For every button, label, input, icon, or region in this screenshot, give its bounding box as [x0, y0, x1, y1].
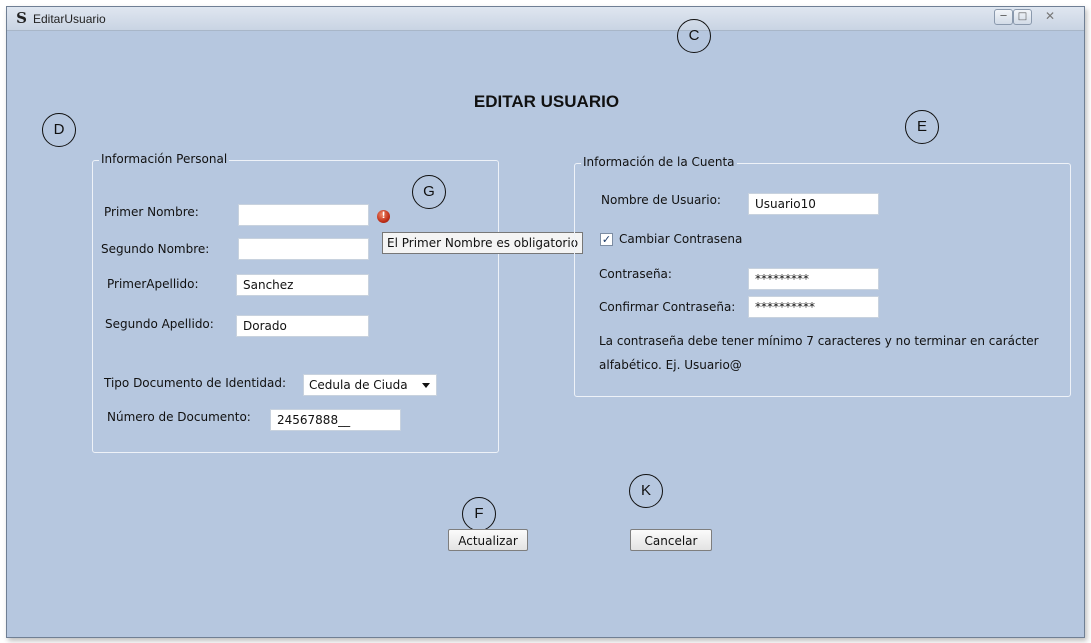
confirmar-contrasena-label: Confirmar Contraseña: — [599, 300, 736, 314]
cambiar-contrasena-label: Cambiar Contrasena — [619, 232, 743, 246]
contrasena-label: Contraseña: — [599, 267, 672, 281]
chevron-down-icon — [422, 383, 430, 388]
usuario-label: Nombre de Usuario: — [601, 193, 721, 207]
actualizar-button[interactable]: Actualizar — [448, 529, 528, 551]
personal-info-legend: Información Personal — [99, 152, 230, 166]
maximize-button[interactable]: □ — [1013, 9, 1032, 25]
password-rules-note: La contraseña debe tener mínimo 7 caract… — [599, 329, 1069, 377]
confirmar-contrasena-input[interactable]: ********** — [748, 296, 879, 318]
tipo-documento-value: Cedula de Ciuda — [309, 378, 408, 392]
page-title: EDITAR USUARIO — [473, 92, 620, 111]
maximize-icon: □ — [1017, 11, 1028, 22]
app-logo-icon: S — [16, 9, 27, 27]
callout-e: E — [905, 110, 939, 144]
primer-nombre-input[interactable] — [238, 204, 369, 226]
segundo-nombre-input[interactable] — [238, 238, 369, 260]
editar-usuario-window: S EditarUsuario ─ □ ✕ C D E G K F EDITAR… — [6, 6, 1085, 638]
usuario-input[interactable]: Usuario10 — [748, 193, 879, 215]
callout-k: K — [629, 474, 663, 508]
numero-documento-label: Número de Documento: — [107, 410, 251, 424]
primer-apellido-label: PrimerApellido: — [107, 277, 199, 291]
numero-documento-input[interactable]: 24567888__ — [270, 409, 401, 431]
segundo-nombre-label: Segundo Nombre: — [101, 242, 210, 256]
cancelar-button[interactable]: Cancelar — [630, 529, 712, 551]
password-rules-line-2: alfabético. Ej. Usuario@ — [599, 358, 742, 372]
cambiar-contrasena-checkbox[interactable]: ✓ — [600, 233, 613, 246]
minimize-icon: ─ — [1000, 11, 1007, 22]
close-button[interactable]: ✕ — [1037, 9, 1063, 25]
callout-c: C — [677, 19, 711, 53]
segundo-apellido-label: Segundo Apellido: — [105, 317, 214, 331]
tipo-documento-label: Tipo Documento de Identidad: — [104, 376, 287, 390]
error-tooltip: El Primer Nombre es obligatorio — [382, 232, 584, 254]
close-icon: ✕ — [1044, 9, 1056, 23]
password-rules-line-1: La contraseña debe tener mínimo 7 caract… — [599, 334, 1039, 348]
callout-f: F — [462, 497, 496, 531]
callout-d: D — [42, 113, 76, 147]
primer-apellido-input[interactable]: Sanchez — [236, 274, 369, 296]
error-icon: ! — [377, 210, 390, 223]
title-bar[interactable]: S EditarUsuario ─ □ ✕ — [7, 7, 1084, 31]
minimize-button[interactable]: ─ — [994, 9, 1013, 25]
segundo-apellido-input[interactable]: Dorado — [236, 315, 369, 337]
contrasena-input[interactable]: ********* — [748, 268, 879, 290]
tipo-documento-select[interactable]: Cedula de Ciuda — [303, 374, 437, 396]
window-title: EditarUsuario — [33, 12, 106, 26]
primer-nombre-label: Primer Nombre: — [104, 205, 199, 219]
account-info-legend: Información de la Cuenta — [581, 155, 737, 169]
